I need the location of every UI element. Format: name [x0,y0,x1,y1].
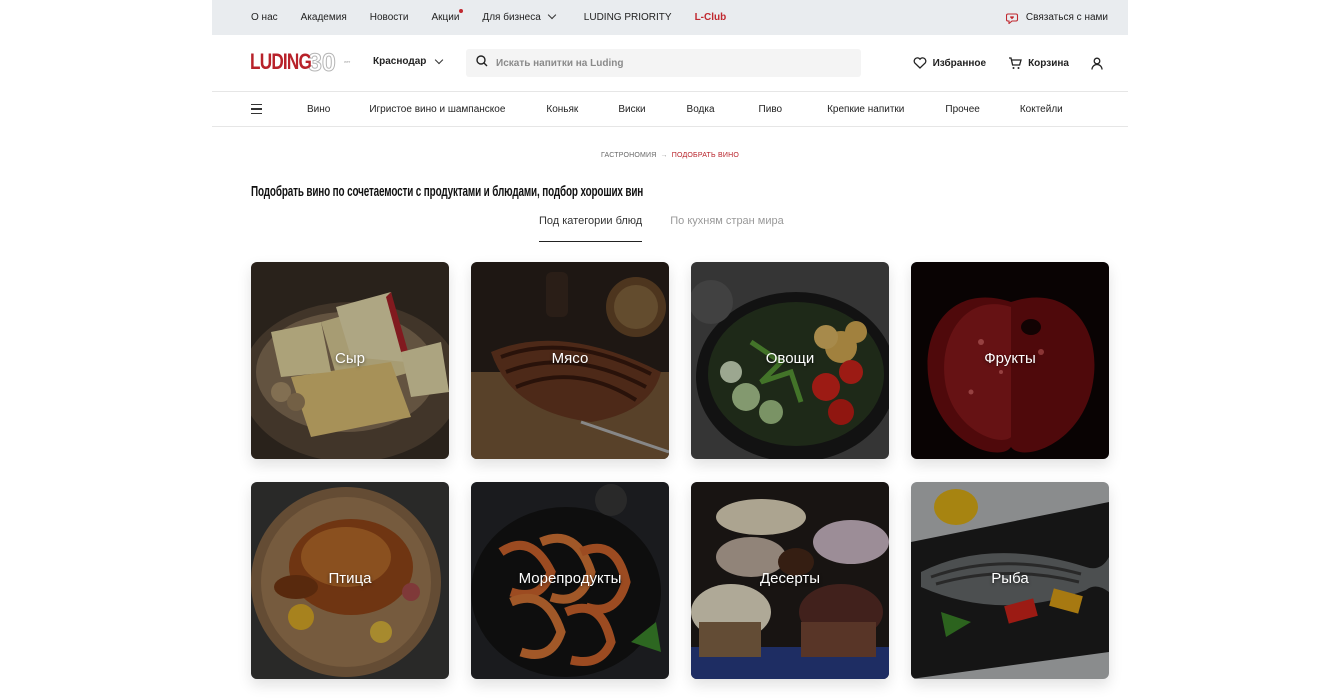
card-vegetables[interactable]: Овощи [691,262,889,459]
page: О нас Академия Новости Акции Для бизнеса… [212,0,1128,699]
notification-dot [459,9,464,13]
city-selector[interactable]: Краснодар [373,55,444,67]
user-icon [1091,57,1103,70]
heart-icon [913,57,926,69]
category-list: Вино Игристое вино и шампанское Коньяк В… [307,92,1063,127]
menu-burger-icon[interactable] [251,104,262,114]
category-cognac[interactable]: Коньяк [546,104,578,115]
cart-label: Корзина [1028,57,1069,69]
chevron-down-icon [547,10,557,20]
top-nav-academy[interactable]: Академия [301,12,347,23]
contact-label: Связаться с нами [1025,12,1108,23]
cart-icon [1009,56,1022,69]
search-input[interactable] [496,57,836,69]
category-whisky[interactable]: Виски [618,104,645,115]
top-nav-promotions[interactable]: Акции [431,9,464,23]
breadcrumb: Гастрономия → Подобрать вино [212,152,1128,159]
search-icon [476,54,488,72]
top-nav-business[interactable]: Для бизнеса [482,10,557,23]
favorites-button[interactable]: Избранное [913,57,987,69]
card-desserts[interactable]: Десерты [691,482,889,679]
card-label: Фрукты [984,350,1036,367]
chevron-down-icon [435,55,444,64]
contact-link[interactable]: Связаться с нами [1005,0,1108,35]
category-cocktails[interactable]: Коктейли [1020,104,1063,115]
card-label: Сыр [335,350,365,367]
category-vodka[interactable]: Водка [687,104,715,115]
top-nav-lclub[interactable]: L-Club [695,12,727,23]
card-meat[interactable]: Мясо [471,262,669,459]
card-label: Мясо [551,350,589,367]
top-bar: О нас Академия Новости Акции Для бизнеса… [212,0,1128,35]
category-sparkling[interactable]: Игристое вино и шампанское [369,104,505,115]
header-actions: Избранное Корзина [891,35,1109,91]
logo-number: 30 [308,50,336,74]
category-spirits[interactable]: Крепкие напитки [827,104,904,115]
logo[interactable]: LUDING 30 лет [250,49,362,75]
cart-button[interactable]: Корзина [1008,56,1069,70]
search-box[interactable] [466,49,861,77]
card-label: Птица [328,570,372,587]
business-label: Для бизнеса [482,12,541,23]
favorites-label: Избранное [932,57,987,69]
tab-world-cuisines[interactable]: По кухням стран мира [670,215,784,242]
card-poultry[interactable]: Птица [251,482,449,679]
logo-sub: лет [344,59,350,64]
breadcrumb-parent[interactable]: Гастрономия [601,152,657,159]
card-seafood[interactable]: Морепродукты [471,482,669,679]
card-label: Морепродукты [518,570,622,587]
promotions-label: Акции [431,12,460,23]
tabs: Под категории блюд По кухням стран мира [539,215,784,242]
card-cheese[interactable]: Сыр [251,262,449,459]
logo-text: LUDING [250,49,312,74]
category-wine[interactable]: Вино [307,104,330,115]
card-fish[interactable]: Рыба [911,482,1109,679]
city-label: Краснодар [373,56,427,67]
category-beer[interactable]: Пиво [759,104,783,115]
card-label: Овощи [765,350,815,367]
category-other[interactable]: Прочее [945,104,979,115]
top-nav-news[interactable]: Новости [370,12,409,23]
logo-30-emblem: 30 лет [308,50,350,74]
category-menu: Вино Игристое вино и шампанское Коньяк В… [212,92,1128,127]
top-nav-priority[interactable]: LUDING PRIORITY [584,12,672,23]
top-nav: О нас Академия Новости Акции Для бизнеса… [251,0,749,35]
card-label: Десерты [759,570,820,587]
breadcrumb-separator: → [660,152,668,159]
breadcrumb-current: Подобрать вино [671,152,739,159]
top-nav-about[interactable]: О нас [251,12,278,23]
account-button[interactable] [1091,57,1109,70]
chat-heart-icon [1005,12,1019,24]
page-title: Подобрать вино по сочетаемости с продукт… [251,183,644,200]
card-label: Рыба [991,570,1029,587]
card-fruits[interactable]: Фрукты [911,262,1109,459]
header: LUDING 30 лет Краснодар Избранное Корзи [212,35,1128,92]
tab-dish-categories[interactable]: Под категории блюд [539,215,643,242]
